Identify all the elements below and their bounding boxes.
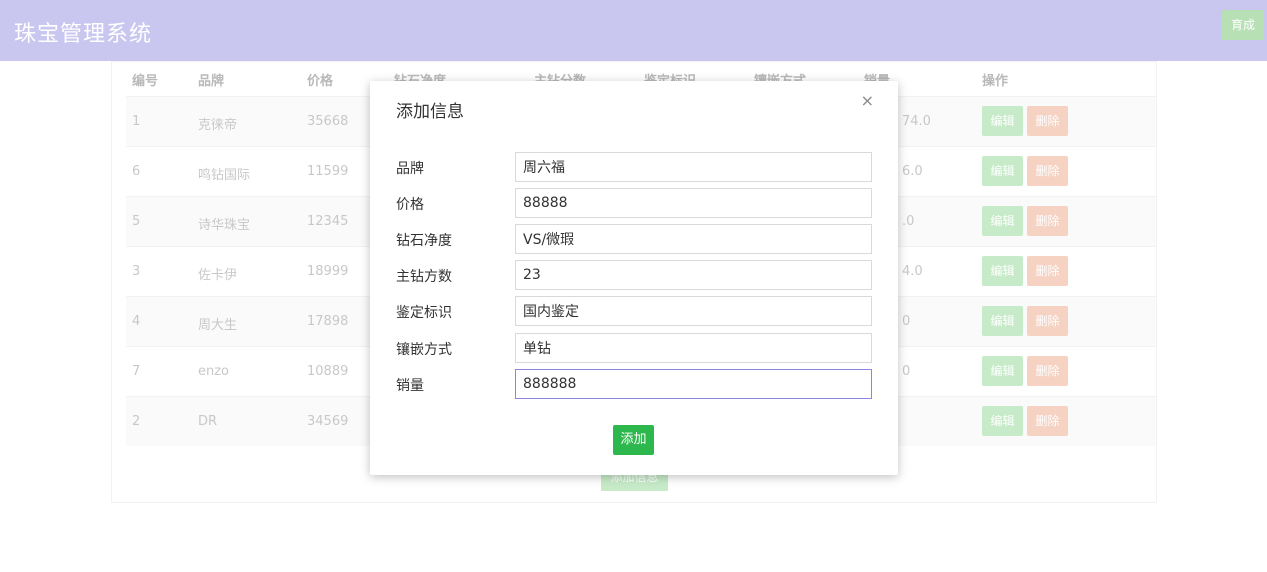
setting-label: 镶嵌方式 <box>396 342 452 358</box>
cell-price: 12345 <box>307 214 349 229</box>
form-row-carat: 主钻方数 <box>396 260 872 290</box>
cell-id: 6 <box>132 164 141 179</box>
cell-brand: 佐卡伊 <box>198 268 238 283</box>
cell-brand: 诗华珠宝 <box>198 218 251 233</box>
delete-button[interactable]: 删除 <box>1027 156 1068 186</box>
app-title: 珠宝管理系统 <box>14 22 153 47</box>
edit-button[interactable]: 编辑 <box>982 306 1023 336</box>
sales-label: 销量 <box>396 378 424 394</box>
edit-button[interactable]: 编辑 <box>982 356 1023 386</box>
form-row-clarity: 钻石净度 <box>396 224 872 254</box>
edit-button[interactable]: 编辑 <box>982 156 1023 186</box>
clarity-input[interactable] <box>515 224 872 254</box>
carat-label: 主钻方数 <box>396 269 452 285</box>
user-button[interactable]: 育成 <box>1222 10 1264 40</box>
cell-id: 1 <box>132 114 141 129</box>
cell-price: 18999 <box>307 264 349 279</box>
column-header-id: 编号 <box>132 74 159 89</box>
cell-brand: DR <box>198 414 218 429</box>
form-row-sales: 销量 <box>396 369 872 399</box>
cell-price: 17898 <box>307 314 349 329</box>
cell-brand: 克徕帝 <box>198 118 238 133</box>
cell-brand: 鸣钻国际 <box>198 168 251 183</box>
delete-button[interactable]: 删除 <box>1027 106 1068 136</box>
form-row-brand: 品牌 <box>396 152 872 182</box>
cell-sales: 0 <box>902 364 911 379</box>
edit-button[interactable]: 编辑 <box>982 406 1023 436</box>
column-header-brand: 品牌 <box>198 74 225 89</box>
cell-id: 2 <box>132 414 141 429</box>
close-icon[interactable]: × <box>861 91 874 110</box>
cell-id: 5 <box>132 214 141 229</box>
cell-sales: 6.0 <box>902 164 923 179</box>
form-row-price: 价格 <box>396 188 872 218</box>
edit-button[interactable]: 编辑 <box>982 256 1023 286</box>
cell-brand: enzo <box>198 364 230 379</box>
cell-sales: .0 <box>902 214 915 229</box>
brand-input[interactable] <box>515 152 872 182</box>
sales-input[interactable] <box>515 369 872 399</box>
delete-button[interactable]: 删除 <box>1027 306 1068 336</box>
submit-add-button[interactable]: 添加 <box>613 425 654 455</box>
dialog-title: 添加信息 <box>396 102 464 122</box>
app-header: 珠宝管理系统 育成 <box>0 0 1267 61</box>
cell-id: 7 <box>132 364 141 379</box>
cell-price: 11599 <box>307 164 349 179</box>
price-label: 价格 <box>396 197 424 213</box>
clarity-label: 钻石净度 <box>396 233 452 249</box>
certification-input[interactable] <box>515 296 872 326</box>
cell-price: 10889 <box>307 364 349 379</box>
delete-button[interactable]: 删除 <box>1027 356 1068 386</box>
form-row-setting: 镶嵌方式 <box>396 333 872 363</box>
cell-id: 3 <box>132 264 141 279</box>
delete-button[interactable]: 删除 <box>1027 406 1068 436</box>
carat-input[interactable] <box>515 260 872 290</box>
edit-button[interactable]: 编辑 <box>982 106 1023 136</box>
cell-price: 35668 <box>307 114 349 129</box>
certification-label: 鉴定标识 <box>396 305 452 321</box>
delete-button[interactable]: 删除 <box>1027 256 1068 286</box>
cell-price: 34569 <box>307 414 349 429</box>
cell-id: 4 <box>132 314 141 329</box>
cell-sales: 0 <box>902 314 911 329</box>
cell-sales: 74.0 <box>902 114 931 129</box>
add-info-dialog: 添加信息 × 品牌 价格 钻石净度 主钻方数 鉴定标识 镶嵌方式 销量 添加 <box>370 81 898 475</box>
form-row-certification: 鉴定标识 <box>396 296 872 326</box>
cell-sales: 4.0 <box>902 264 923 279</box>
price-input[interactable] <box>515 188 872 218</box>
edit-button[interactable]: 编辑 <box>982 206 1023 236</box>
delete-button[interactable]: 删除 <box>1027 206 1068 236</box>
column-header-price: 价格 <box>307 74 334 89</box>
cell-brand: 周大生 <box>198 318 238 333</box>
column-header-actions: 操作 <box>982 74 1009 89</box>
setting-input[interactable] <box>515 333 872 363</box>
brand-label: 品牌 <box>396 161 424 177</box>
